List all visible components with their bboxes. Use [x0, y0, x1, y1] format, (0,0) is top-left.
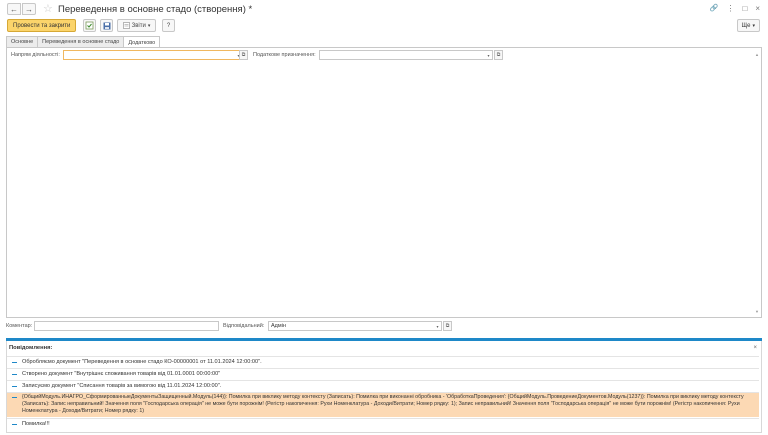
message-marker-icon: [12, 374, 17, 375]
reports-dropdown-button[interactable]: Звіти ▾: [117, 19, 156, 32]
message-text: Записуємо документ "Списання товарів за …: [22, 383, 222, 389]
dropdown-arrow-icon[interactable]: ▾: [434, 322, 441, 330]
open-link-icon: ⧉: [445, 323, 450, 329]
activity-direction-open-button[interactable]: ⧉: [239, 50, 248, 60]
messages-header: Повідомлення:: [9, 345, 53, 351]
post-document-icon: [85, 21, 94, 30]
floppy-disk-icon: [103, 22, 110, 29]
window-title: Переведення в основне стадо (створення) …: [58, 4, 253, 15]
scroll-down-icon[interactable]: ▼: [755, 309, 759, 314]
maximize-icon[interactable]: □: [742, 4, 747, 13]
message-text: Створено документ "Внутрішнє споживання …: [22, 371, 221, 377]
tax-purpose-open-button[interactable]: ⧉: [494, 50, 503, 60]
vertical-scrollbar[interactable]: ▲ ▼: [755, 52, 759, 314]
message-text: {ОбщийМодуль.ИНАГРО_СформированныеДокуме…: [22, 394, 744, 414]
tax-purpose-label: Податкове призначення:: [253, 52, 316, 58]
additional-tab-panel: Напрям діяльності: ▾ ⧉ Податкове признач…: [6, 47, 762, 318]
message-row[interactable]: Створено документ "Внутрішнє споживання …: [7, 368, 759, 379]
post-button[interactable]: [83, 19, 96, 32]
message-marker-icon: [12, 397, 17, 398]
link-icon[interactable]: 🔗: [710, 4, 719, 13]
close-icon[interactable]: ×: [755, 4, 760, 13]
window-controls: 🔗 ⋮ □ ×: [710, 4, 760, 13]
message-row[interactable]: Обробляємо документ "Переведення в основ…: [7, 356, 759, 367]
more-menu-button[interactable]: Ще ▾: [736, 19, 760, 32]
message-row[interactable]: Помилка!!!: [7, 418, 759, 429]
message-text: Помилка!!!: [22, 421, 50, 427]
command-bar: Провести та закрити Звіти ▾ ? Ще ▾: [0, 18, 768, 34]
arrow-left-icon: ←: [10, 4, 18, 14]
activity-direction-field[interactable]: ▾: [63, 50, 243, 60]
comment-label: Коментар:: [6, 323, 33, 329]
responsible-value: Адмін: [271, 323, 286, 329]
back-button[interactable]: ←: [7, 3, 21, 15]
message-marker-icon: [12, 386, 17, 387]
chevron-down-icon: ▾: [752, 22, 755, 29]
message-marker-icon: [12, 424, 17, 425]
activity-direction-label: Напрям діяльності:: [11, 52, 60, 58]
scroll-up-icon[interactable]: ▲: [755, 52, 759, 57]
report-icon: [122, 22, 130, 29]
message-row[interactable]: Записуємо документ "Списання товарів за …: [7, 380, 759, 391]
open-link-icon: ⧉: [496, 52, 501, 58]
form-tabs: Основне Переведення в основне стадо Дода…: [6, 36, 161, 48]
save-button[interactable]: [100, 19, 113, 32]
tax-purpose-field[interactable]: ▾: [319, 50, 493, 60]
message-row-error[interactable]: {ОбщийМодуль.ИНАГРО_СформированныеДокуме…: [7, 392, 759, 417]
post-and-close-button[interactable]: Провести та закрити: [7, 19, 77, 32]
tab-transfer[interactable]: Переведення в основне стадо: [37, 36, 125, 47]
title-bar: ← → ☆ Переведення в основне стадо (створ…: [0, 0, 768, 18]
menu-dots-icon[interactable]: ⋮: [726, 4, 734, 13]
responsible-field[interactable]: Адмін ▾: [268, 321, 442, 331]
reports-label: Звіти: [131, 22, 146, 29]
help-button[interactable]: ?: [162, 19, 175, 32]
forward-button[interactable]: →: [22, 3, 36, 15]
responsible-open-button[interactable]: ⧉: [443, 321, 452, 331]
arrow-right-icon: →: [25, 4, 33, 14]
messages-panel: Повідомлення: × Обробляємо документ "Пер…: [6, 341, 762, 433]
message-text: Обробляємо документ "Переведення в основ…: [22, 359, 262, 365]
dropdown-arrow-icon[interactable]: ▾: [485, 51, 492, 59]
favorite-star-icon[interactable]: ☆: [43, 2, 53, 15]
comment-field[interactable]: [34, 321, 219, 331]
chevron-down-icon: ▾: [147, 22, 151, 29]
open-link-icon: ⧉: [241, 52, 246, 58]
tab-main[interactable]: Основне: [6, 36, 39, 47]
message-marker-icon: [12, 362, 17, 363]
close-icon[interactable]: ×: [753, 345, 757, 351]
more-label: Ще: [741, 22, 751, 29]
responsible-label: Відповідальний:: [223, 323, 265, 329]
